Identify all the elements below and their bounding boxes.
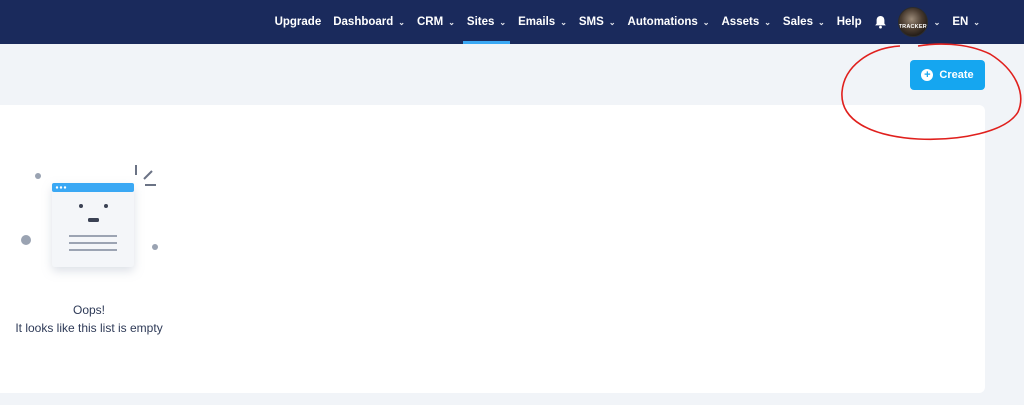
nav-item-label: Help	[836, 16, 862, 28]
nav-item-label: Emails	[518, 16, 556, 28]
chevron-down-icon: ⌄	[448, 17, 455, 27]
chevron-down-icon: ⌄	[817, 17, 825, 27]
empty-state-title: Oops!	[72, 303, 105, 317]
nav-item-label: SMS	[578, 16, 604, 28]
nav-item-sites[interactable]: Sites ⌄	[461, 0, 512, 44]
nav-item-label: CRM	[417, 16, 444, 28]
nav-item-label: Upgrade	[274, 16, 322, 28]
avatar-label: TRACKER	[898, 24, 927, 30]
nav-item-crm[interactable]: CRM ⌄	[411, 0, 461, 44]
nav-item-label: Assets	[721, 16, 760, 28]
language-label: EN	[952, 16, 969, 28]
create-button[interactable]: + Create	[910, 60, 985, 90]
user-menu[interactable]: TRACKER ⌄	[894, 0, 945, 44]
bell-icon[interactable]	[868, 0, 894, 44]
nav-item-label: Automations	[627, 16, 698, 28]
create-button-label: Create	[939, 69, 974, 81]
chevron-down-icon: ⌄	[764, 17, 771, 27]
nav-item-label: Dashboard	[333, 16, 394, 28]
avatar: TRACKER	[897, 7, 928, 37]
nav-item-help[interactable]: Help	[831, 0, 868, 44]
chevron-down-icon: ⌄	[398, 17, 405, 27]
top-navigation-bar: Upgrade Dashboard ⌄ CRM ⌄ Sites ⌄ Emails…	[0, 0, 1024, 44]
language-selector[interactable]: EN ⌄	[944, 0, 986, 44]
nav-item-automations[interactable]: Automations ⌄	[622, 0, 716, 44]
nav-item-assets[interactable]: Assets ⌄	[716, 0, 777, 44]
nav-item-sales[interactable]: Sales ⌄	[777, 0, 831, 44]
nav-item-emails[interactable]: Emails ⌄	[512, 0, 573, 44]
nav-item-label: Sites	[466, 16, 495, 28]
chevron-down-icon: ⌄	[560, 17, 567, 27]
empty-list-illustration	[14, 163, 164, 283]
content-panel: Oops! It looks like this list is empty	[0, 105, 985, 393]
chevron-down-icon: ⌄	[499, 17, 507, 27]
nav-item-label: Sales	[782, 16, 813, 28]
chevron-down-icon: ⌄	[933, 17, 941, 27]
empty-state-message: It looks like this list is empty	[15, 321, 163, 335]
chevron-down-icon: ⌄	[973, 17, 980, 27]
chevron-down-icon: ⌄	[702, 17, 710, 27]
nav-item-upgrade[interactable]: Upgrade	[269, 0, 328, 44]
nav-item-sms[interactable]: SMS ⌄	[573, 0, 622, 44]
nav-item-dashboard[interactable]: Dashboard ⌄	[327, 0, 411, 44]
chevron-down-icon: ⌄	[608, 17, 616, 27]
plus-circle-icon: +	[921, 69, 934, 81]
